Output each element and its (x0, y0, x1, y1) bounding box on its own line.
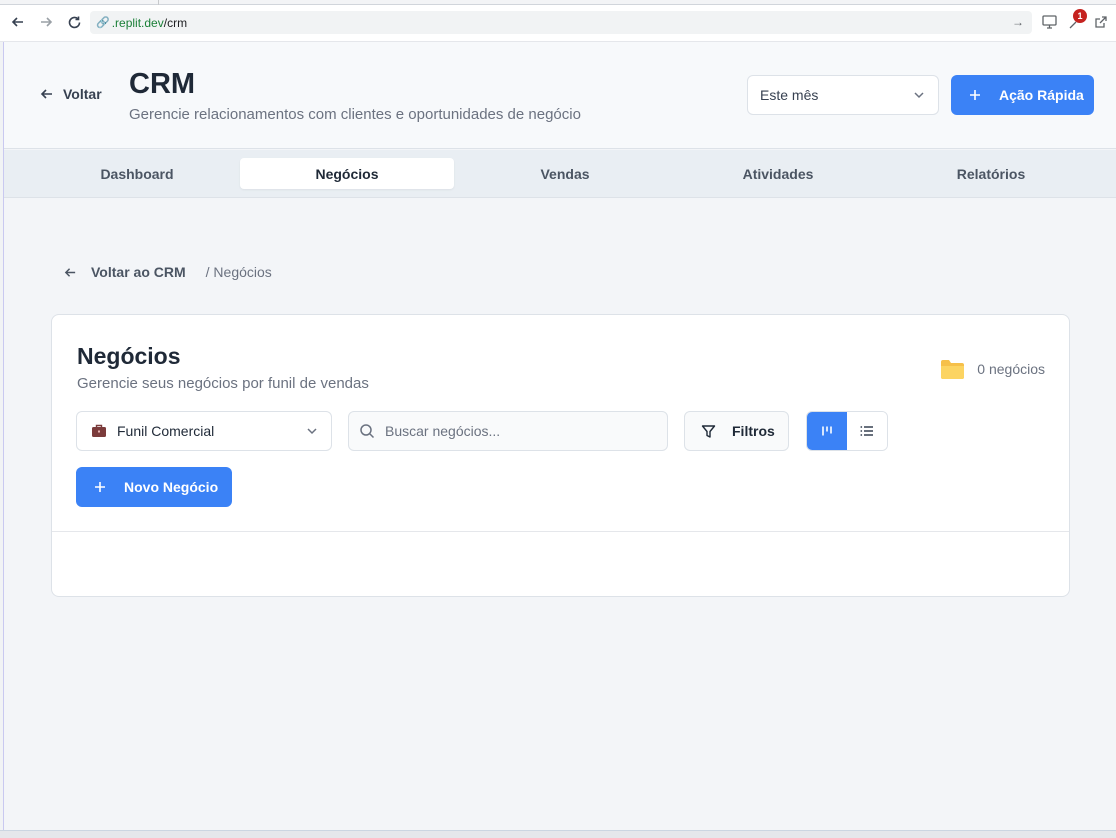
tab-strip (0, 0, 1116, 5)
funnel-value: Funil Comercial (117, 423, 215, 439)
link-icon: 🔗 (96, 17, 110, 29)
plus-icon (95, 482, 105, 492)
period-select[interactable]: Este mês (747, 75, 939, 115)
extension-badge: 1 (1073, 9, 1087, 23)
breadcrumb: Voltar ao CRM / Negócios (64, 264, 272, 280)
browser-reload-icon[interactable] (65, 13, 83, 31)
tab-negocios[interactable]: Negócios (240, 158, 454, 189)
window-bottom-edge (0, 830, 1116, 838)
plus-icon (970, 90, 980, 100)
browser-back-icon[interactable] (9, 13, 27, 31)
arrow-left-icon (64, 267, 76, 277)
breadcrumb-current: / Negócios (205, 264, 272, 280)
tab-relatorios[interactable]: Relatórios (884, 158, 1098, 189)
search-icon (360, 424, 375, 439)
tab-atividades[interactable]: Atividades (671, 158, 885, 189)
deals-title: Negócios (77, 343, 181, 369)
list-view-button[interactable] (847, 412, 887, 450)
browser-forward-icon[interactable] (37, 13, 55, 31)
go-arrow-icon[interactable]: → (1012, 15, 1024, 29)
folder-icon (941, 360, 965, 379)
search-input[interactable]: Buscar negócios... (348, 411, 668, 451)
new-deal-button[interactable]: Novo Negócio (76, 467, 232, 507)
card-divider (52, 531, 1069, 532)
page-subtitle: Gerencie relacionamentos com clientes e … (129, 106, 581, 123)
new-deal-label: Novo Negócio (124, 479, 219, 495)
search-placeholder: Buscar negócios... (385, 423, 501, 439)
view-toggle (806, 411, 888, 451)
quick-action-button[interactable]: Ação Rápida (951, 75, 1094, 115)
funnel-select[interactable]: Funil Comercial (76, 411, 332, 451)
open-external-icon[interactable] (1092, 13, 1110, 31)
kanban-view-button[interactable] (807, 412, 847, 450)
chevron-down-icon (305, 424, 319, 441)
back-button-label: Voltar (63, 86, 102, 102)
deals-count-label: 0 negócios (977, 361, 1045, 377)
tab-dashboard[interactable]: Dashboard (30, 158, 244, 189)
back-to-crm-label: Voltar ao CRM (91, 264, 186, 280)
list-icon (860, 426, 873, 436)
back-button[interactable]: Voltar (40, 86, 102, 102)
url-domain: .replit.dev (111, 15, 164, 30)
kanban-icon (822, 426, 832, 436)
address-bar[interactable]: 🔗 .replit.dev/crm → (90, 11, 1032, 34)
deals-subtitle: Gerencie seus negócios por funil de vend… (77, 375, 369, 392)
arrow-left-icon (40, 89, 52, 99)
filters-button[interactable]: Filtros (684, 411, 789, 451)
page-title: CRM (129, 68, 196, 100)
monitor-icon[interactable] (1040, 13, 1058, 31)
tab-vendas[interactable]: Vendas (458, 158, 672, 189)
crm-header: Voltar CRM Gerencie relacionamentos com … (4, 42, 1116, 149)
quick-action-label: Ação Rápida (999, 87, 1084, 103)
url-path: /crm (163, 15, 188, 30)
deals-count: 0 negócios (940, 358, 1045, 380)
filter-icon (701, 424, 716, 438)
briefcase-icon (92, 424, 106, 437)
crm-tabs: Dashboard Negócios Vendas Atividades Rel… (4, 150, 1116, 198)
app-viewport: Voltar CRM Gerencie relacionamentos com … (3, 42, 1116, 830)
filters-label: Filtros (732, 423, 775, 439)
back-to-crm-link[interactable]: Voltar ao CRM (64, 264, 186, 280)
chevron-down-icon (912, 88, 926, 105)
deals-card: Negócios Gerencie seus negócios por funi… (51, 314, 1070, 597)
period-value: Este mês (760, 87, 819, 103)
browser-toolbar: 🔗 .replit.dev/crm → 1 (0, 0, 1116, 42)
